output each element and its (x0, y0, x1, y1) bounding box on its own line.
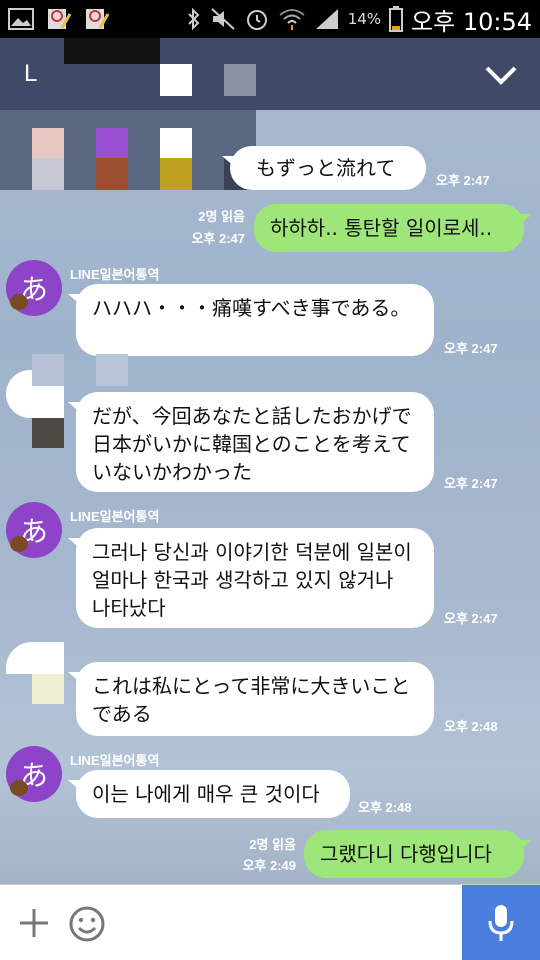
voice-button[interactable] (462, 885, 540, 960)
message-text: 이는 나에게 매우 큰 것이다 (92, 782, 320, 806)
gallery-icon (6, 5, 36, 33)
censor-block (160, 158, 192, 190)
status-bar: 14% 오후 10:54 (0, 0, 540, 38)
censor-block (6, 370, 32, 418)
message-bubble[interactable]: ハハハ・・・痛嘆すべき事である。 (68, 284, 434, 356)
chat-header: L (0, 38, 540, 110)
app-notification-icon-2 (82, 5, 112, 33)
chat-title: L (24, 60, 38, 87)
message-bubble[interactable]: 그러나 당신과 이야기한 덕분에 일본이 얼마나 한국과 생각하고 있지 않거나… (68, 528, 434, 628)
censor-block (96, 158, 128, 190)
message-time: 오후 2:49 (242, 858, 296, 873)
bear-icon (10, 780, 28, 796)
plus-icon[interactable] (16, 905, 52, 941)
sender-name: LINE일본어통역 (70, 267, 160, 282)
message-bubble-outgoing[interactable]: 그랬다니 다행입니다 (304, 830, 532, 878)
message-time: 오후 2:47 (444, 341, 498, 356)
read-receipt: 2명 읽음 (198, 209, 245, 224)
bluetooth-icon (187, 7, 200, 31)
censor-block (160, 128, 192, 158)
message-time: 오후 2:47 (191, 231, 245, 246)
censor-block (32, 354, 64, 386)
microphone-icon (488, 905, 514, 941)
censor-block (32, 158, 64, 190)
censor-block (6, 642, 64, 674)
message-time: 오후 2:48 (444, 719, 498, 734)
mute-icon (211, 8, 235, 30)
signal-icon (315, 9, 338, 29)
message-time: 오후 2:47 (444, 611, 498, 626)
avatar[interactable]: あ (6, 260, 62, 316)
message-text: これは私にとって非常に大きいことである (92, 674, 411, 726)
avatar[interactable]: あ (6, 502, 62, 558)
message-time: 오후 2:47 (436, 173, 490, 188)
censor-block (32, 128, 64, 158)
censor-block (160, 64, 192, 96)
message-bubble-outgoing[interactable]: 하하하.. 통탄할 일이로세.. (254, 204, 532, 252)
message-text: 그러나 당신과 이야기한 덕분에 일본이 얼마나 한국과 생각하고 있지 않거나… (92, 540, 412, 620)
emoji-icon[interactable] (68, 905, 106, 943)
censor-block (96, 354, 128, 386)
message-input-bar (0, 884, 540, 960)
wifi-icon (279, 9, 305, 30)
sender-name: LINE일본어통역 (70, 509, 160, 524)
bear-icon (10, 536, 28, 552)
battery-icon (389, 6, 404, 32)
avatar[interactable]: あ (6, 746, 62, 802)
sender-name: LINE일본어통역 (70, 753, 160, 768)
censor-block (64, 38, 160, 64)
message-bubble[interactable]: これは私にとって非常に大きいことである (68, 662, 434, 736)
message-bubble[interactable]: だが、今回あなたと話したおかげで日本がいかに韓国とのことを考えていないかわかった (68, 392, 434, 492)
censor-block (32, 386, 64, 418)
message-text: だが、今回あなたと話したおかげで日本がいかに韓国とのことを考えていないかわかった (92, 404, 412, 484)
battery-percent: 14% (347, 10, 382, 28)
message-text: ハハハ・・・痛嘆すべき事である。 (92, 296, 411, 320)
clock: 오후 10:54 (411, 7, 532, 36)
message-time: 오후 2:48 (358, 800, 412, 815)
censor-block (224, 64, 256, 96)
message-bubble[interactable]: もずっと流れて (222, 146, 426, 190)
message-bubble[interactable]: 이는 나에게 매우 큰 것이다 (68, 770, 350, 818)
censor-block (96, 128, 128, 158)
alarm-icon (246, 10, 267, 30)
message-text: もずっと流れて (256, 156, 396, 180)
chevron-down-icon[interactable] (484, 60, 518, 90)
read-receipt: 2명 읽음 (249, 837, 296, 852)
bear-icon (10, 294, 28, 310)
app-notification-icon (44, 5, 74, 33)
censor-block (32, 418, 64, 448)
message-text: 하하하.. 통탄할 일이로세.. (270, 216, 493, 240)
message-text: 그랬다니 다행입니다 (320, 842, 492, 866)
censor-block (32, 674, 64, 704)
message-time: 오후 2:47 (444, 476, 498, 491)
